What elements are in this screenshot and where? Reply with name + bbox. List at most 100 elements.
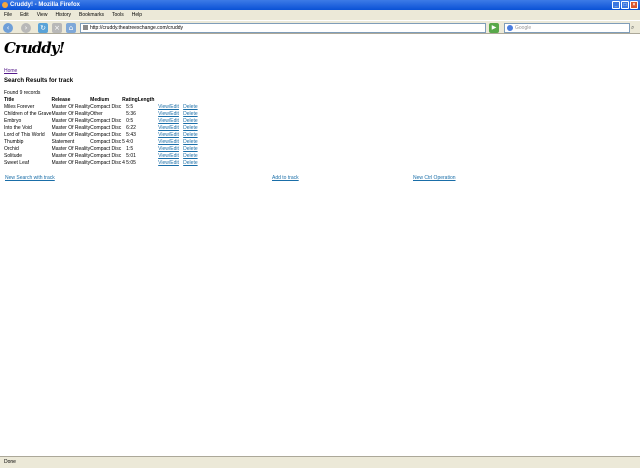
search-icon[interactable]: ⌕ [631, 24, 638, 32]
delete-link[interactable]: Delete [183, 153, 197, 159]
delete-link[interactable]: Delete [183, 139, 197, 145]
stop-icon[interactable]: × [52, 23, 62, 33]
delete-link-cell: Delete [183, 145, 203, 152]
new-operation-link[interactable]: New Ctrl Operation [413, 175, 456, 181]
cell-title: Embryo [4, 117, 22, 124]
cell-title: Children of the Grave [4, 110, 52, 117]
page-title: Search Results for track [4, 78, 74, 84]
menu-bar: File Edit View History Bookmarks Tools H… [0, 10, 640, 20]
menu-file[interactable]: File [4, 10, 12, 20]
table-row: Into the Void Master Of Reality Compact Di… [4, 124, 203, 131]
cell-rating-length: 54:0 [122, 138, 158, 145]
menu-tools[interactable]: Tools [112, 10, 124, 20]
delete-link[interactable]: Delete [183, 104, 197, 110]
cell-release: Master Of Reality [51, 110, 91, 117]
cell-title: Orchid [4, 145, 19, 152]
page-favicon-icon [83, 25, 88, 30]
view-edit-link[interactable]: View/Edit [158, 160, 179, 166]
delete-link[interactable]: Delete [183, 132, 197, 138]
title-bar: Cruddy! - Mozilla Firefox _ □ × [0, 0, 640, 10]
close-button[interactable]: × [630, 1, 638, 9]
status-bar: Done [0, 456, 640, 468]
browser-window: Cruddy! - Mozilla Firefox _ □ × File Edi… [0, 0, 640, 468]
delete-link[interactable]: Delete [183, 111, 197, 117]
delete-link-cell: Delete [183, 103, 203, 110]
cell-release: Master Of Reality [51, 145, 91, 152]
minimize-button[interactable]: _ [612, 1, 620, 9]
cell-rating-length: 1:5 [122, 145, 158, 152]
search-placeholder: Google [515, 25, 532, 31]
table-row: Solitude Master Of Reality Compact Disc 5:0… [4, 152, 203, 159]
status-text: Done [4, 459, 16, 465]
table-row: Thumbip Statement Compact Disc 54:0 View/Edi… [4, 138, 203, 145]
delete-link[interactable]: Delete [183, 146, 197, 152]
reload-icon[interactable]: ↻ [38, 23, 48, 33]
home-link[interactable]: Home [4, 68, 17, 74]
column-header-delete [183, 96, 203, 103]
delete-link[interactable]: Delete [183, 160, 197, 166]
table-row: Sweet Leaf Master Of Reality Compact Disc 4… [4, 159, 203, 166]
delete-link-cell: Delete [183, 131, 203, 138]
add-to-track-link[interactable]: Add to track [272, 175, 299, 181]
delete-link[interactable]: Delete [183, 118, 197, 124]
menu-help[interactable]: Help [132, 10, 142, 20]
column-header-view [158, 96, 183, 103]
address-bar[interactable]: http://cruddy.theatreexchange.com/cruddy [80, 23, 486, 33]
view-edit-link-cell: View/Edit [158, 152, 183, 159]
cell-rating-length: 5:01 [122, 152, 158, 159]
view-edit-link[interactable]: View/Edit [158, 111, 179, 117]
cell-title: Miles Forever [4, 103, 35, 110]
view-edit-link-cell: View/Edit [158, 117, 183, 124]
table-row: Embryo Master Of Reality Compact Disc 0:5 Vi… [4, 117, 203, 124]
view-edit-link-cell: View/Edit [158, 145, 183, 152]
maximize-button[interactable]: □ [621, 1, 629, 9]
view-edit-link[interactable]: View/Edit [158, 104, 179, 110]
menu-bookmarks[interactable]: Bookmarks [79, 10, 104, 20]
firefox-icon [2, 2, 8, 8]
cell-medium: Compact Disc [90, 138, 122, 145]
menu-edit[interactable]: Edit [20, 10, 29, 20]
view-edit-link[interactable]: View/Edit [158, 139, 179, 145]
menu-view[interactable]: View [37, 10, 48, 20]
cell-rating-length: 5:36 [122, 110, 158, 117]
cell-release: Statement [51, 138, 75, 145]
column-header-rating: Rating [122, 96, 138, 103]
view-edit-link[interactable]: View/Edit [158, 118, 179, 124]
forward-icon[interactable]: › [21, 23, 31, 33]
cell-rating-length: 6:22 [122, 124, 158, 131]
view-edit-link[interactable]: View/Edit [158, 153, 179, 159]
page-content: Cruddy! Home Search Results for track Fo… [0, 34, 640, 456]
cell-rating-length: 45:05 [122, 159, 158, 166]
delete-link[interactable]: Delete [183, 125, 197, 131]
table-header-row: Title Release Medium RatingLength [4, 96, 203, 103]
menu-history[interactable]: History [55, 10, 71, 20]
cell-length: 0:5 [126, 117, 134, 124]
new-search-link[interactable]: New Search with track [5, 175, 55, 181]
search-input[interactable]: Google [504, 23, 630, 33]
table-row: Miles Forever Master Of Reality Compact Di… [4, 103, 203, 110]
go-button[interactable]: ▶ [489, 23, 499, 33]
cell-length: 5:05 [126, 159, 136, 166]
delete-link-cell: Delete [183, 110, 203, 117]
view-edit-link[interactable]: View/Edit [158, 146, 179, 152]
cell-title: Solitude [4, 152, 23, 159]
cell-release: Master Of Reality [51, 117, 91, 124]
cell-medium: Compact Disc [90, 159, 122, 166]
delete-link-cell: Delete [183, 138, 203, 145]
home-icon[interactable]: ⌂ [66, 23, 76, 33]
back-icon[interactable]: ‹ [3, 23, 13, 33]
view-edit-link[interactable]: View/Edit [158, 125, 179, 131]
cell-title: Lord of This World [4, 131, 45, 138]
cell-length: 5:5 [126, 103, 134, 110]
view-edit-link-cell: View/Edit [158, 124, 183, 131]
cell-rating-length: 5:43 [122, 131, 158, 138]
view-edit-link-cell: View/Edit [158, 110, 183, 117]
site-logo: Cruddy! [4, 39, 65, 57]
search-engine-icon[interactable] [507, 25, 513, 31]
cell-length: 4:0 [126, 138, 134, 145]
column-header-medium: Medium [90, 96, 110, 103]
view-edit-link-cell: View/Edit [158, 103, 183, 110]
column-header-length: Length [137, 96, 155, 103]
view-edit-link[interactable]: View/Edit [158, 132, 179, 138]
cell-release: Master Of Reality [51, 131, 91, 138]
